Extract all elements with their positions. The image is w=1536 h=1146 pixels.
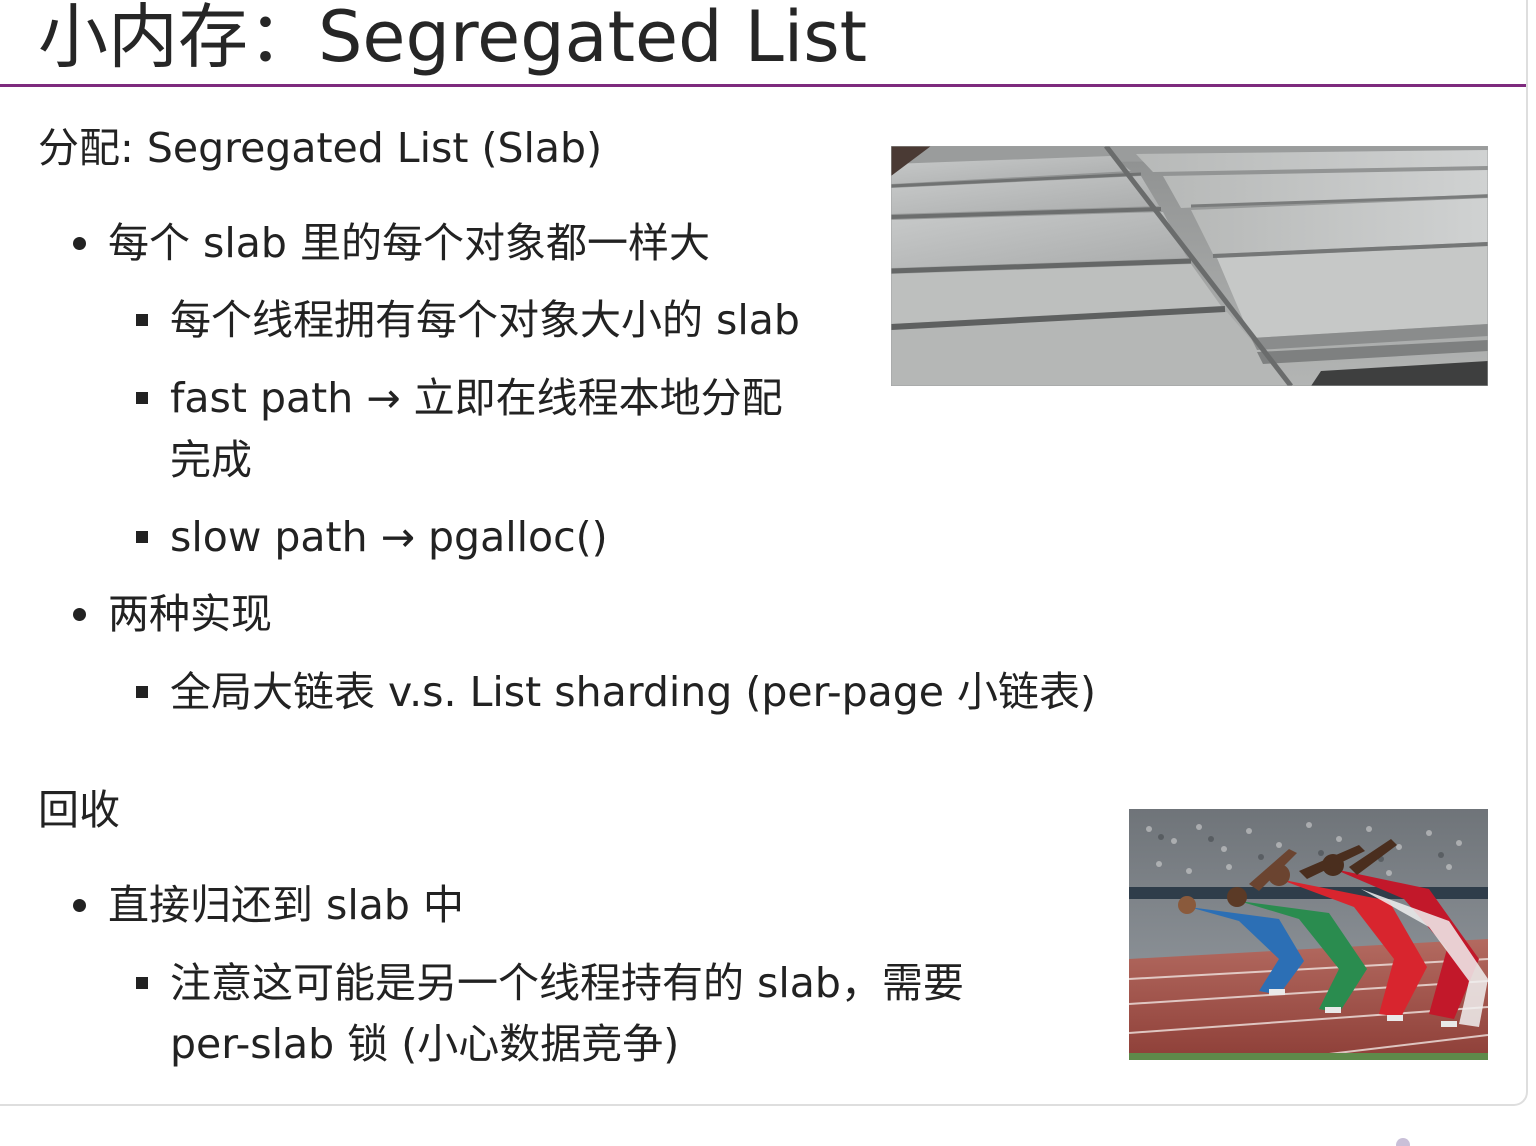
alloc-point-5: 两种实现 <box>108 590 272 638</box>
bullet-dot <box>73 899 86 912</box>
bullet-square <box>136 392 148 404</box>
title-divider <box>0 84 1526 87</box>
alloc-point-6: 全局大链表 v.s. List sharding (per-page 小链表) <box>170 668 1097 716</box>
free-heading: 回收 <box>38 786 120 834</box>
bullet-square <box>136 686 148 698</box>
alloc-point-1: 每个 slab 里的每个对象都一样大 <box>108 219 710 267</box>
slide: 小内存：Segregated List 分配: Segregated List … <box>0 0 1528 1106</box>
bullet-square <box>136 531 148 543</box>
bullet-square <box>136 977 148 989</box>
bullet-dot <box>73 237 86 250</box>
free-point-2-cont: per-slab 锁 (小心数据竞争) <box>170 1020 680 1068</box>
page-corner-mark <box>1396 1138 1410 1146</box>
alloc-point-2: 每个线程拥有每个对象大小的 slab <box>170 296 800 344</box>
alloc-point-3: fast path → 立即在线程本地分配 <box>170 374 783 422</box>
bullet-dot <box>73 608 86 621</box>
bullet-square <box>136 314 148 326</box>
free-point-2: 注意这可能是另一个线程持有的 slab，需要 <box>170 959 964 1007</box>
sprinters-photo <box>1129 809 1488 1060</box>
free-point-1: 直接归还到 slab 中 <box>108 881 464 929</box>
concrete-slabs-photo <box>891 146 1488 386</box>
alloc-point-3-cont: 完成 <box>170 436 252 484</box>
slide-title: 小内存：Segregated List <box>38 0 868 78</box>
alloc-heading: 分配: Segregated List (Slab) <box>38 124 603 172</box>
alloc-point-4: slow path → pgalloc() <box>170 513 608 561</box>
